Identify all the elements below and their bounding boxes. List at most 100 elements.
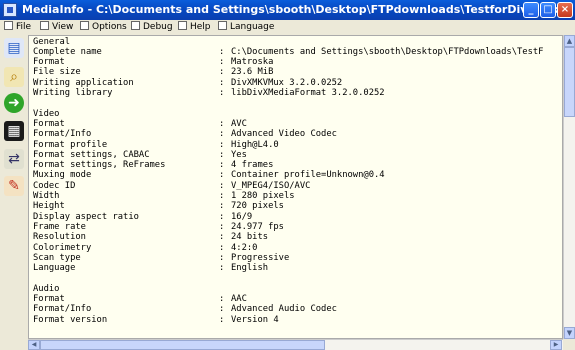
info-value: AAC xyxy=(231,294,247,304)
menu-language[interactable]: Language xyxy=(218,21,274,34)
separator-colon: : xyxy=(219,242,225,253)
scroll-right-icon[interactable]: ▶ xyxy=(550,340,562,350)
info-value: 24 bits xyxy=(231,232,269,243)
info-value: Yes xyxy=(231,149,247,160)
info-value: English xyxy=(231,263,269,274)
size-grip[interactable] xyxy=(563,339,575,350)
maximize-button[interactable]: □ xyxy=(540,2,556,18)
export-icon[interactable]: ⇄ xyxy=(4,149,24,169)
separator-colon: : xyxy=(219,201,225,212)
separator-colon: : xyxy=(219,67,225,78)
info-key: File size xyxy=(33,67,81,78)
menu-file[interactable]: File xyxy=(4,21,31,34)
info-value: 1 280 pixels xyxy=(231,191,295,201)
info-key: Width xyxy=(33,191,60,201)
debug-icon xyxy=(131,21,140,30)
info-key: Format xyxy=(33,118,65,129)
info-value: Advanced Audio Codec xyxy=(231,304,337,315)
info-key: Codec ID xyxy=(33,180,76,191)
info-value: libDivXMediaFormat 3.2.0.0252 xyxy=(231,88,385,98)
separator-colon: : xyxy=(219,232,225,243)
separator-colon: : xyxy=(219,149,225,160)
close-button[interactable]: × xyxy=(557,2,573,18)
horizontal-scroll-thumb[interactable] xyxy=(40,340,325,350)
menu-view[interactable]: View xyxy=(40,21,73,34)
info-key: Format settings, CABAC xyxy=(33,149,150,160)
info-key: Height xyxy=(33,201,65,212)
separator-colon: : xyxy=(219,118,225,129)
info-key: Format/Info xyxy=(33,304,92,315)
separator-colon: : xyxy=(219,46,225,57)
options-icon xyxy=(80,21,89,30)
view-icon xyxy=(40,21,49,30)
info-value: 720 pixels xyxy=(231,201,284,212)
media-info-text-area[interactable]: General Complete name: C:\Documents and Se… xyxy=(28,35,563,339)
separator-colon: : xyxy=(219,160,225,171)
separator-colon: : xyxy=(219,88,225,98)
menu-debug[interactable]: Debug xyxy=(131,21,173,34)
scroll-left-icon[interactable]: ◀ xyxy=(28,340,40,350)
window-title: MediaInfo - C:\Documents and Settings\sb… xyxy=(22,3,567,16)
info-key: Format xyxy=(33,57,65,68)
info-value: AVC xyxy=(231,118,247,129)
info-value: Container profile=Unknown@0.4 xyxy=(231,170,385,181)
section-title: Audio xyxy=(33,283,60,294)
info-value: 24.977 fps xyxy=(231,221,284,232)
info-value: 4 frames xyxy=(231,160,274,171)
info-key: Writing library xyxy=(33,88,113,98)
info-value: Progressive xyxy=(231,252,290,263)
info-value: Matroska xyxy=(231,57,274,68)
separator-colon: : xyxy=(219,77,225,88)
section-title: General xyxy=(33,36,71,47)
separator-colon: : xyxy=(219,170,225,181)
info-key: Format profile xyxy=(33,139,108,150)
separator-colon: : xyxy=(219,211,225,222)
info-value: V_MPEG4/ISO/AVC xyxy=(231,180,311,191)
section-title: Video xyxy=(33,108,60,119)
info-value: DivXMKVMux 3.2.0.0252 xyxy=(231,77,343,88)
mediainfo-app-icon[interactable] xyxy=(3,3,17,17)
minimize-button[interactable]: _ xyxy=(523,2,539,18)
help-icon xyxy=(178,21,187,30)
vertical-scroll-thumb[interactable] xyxy=(564,47,575,117)
language-icon xyxy=(218,21,227,30)
file-icon xyxy=(4,21,13,30)
basic-view-icon[interactable]: ▤ xyxy=(4,38,24,58)
info-value: C:\Documents and Settings\sbooth\Desktop… xyxy=(231,46,544,57)
view-toolbar: ▤ ⌕ ➜ ▦ ⇄ ✎ xyxy=(0,35,27,350)
sheet-view-icon[interactable]: ⌕ xyxy=(4,67,24,87)
info-value: 4:2:0 xyxy=(231,242,258,253)
text-view-icon[interactable]: ▦ xyxy=(4,121,24,141)
separator-colon: : xyxy=(219,304,225,315)
scroll-up-icon[interactable]: ▲ xyxy=(564,35,575,47)
vertical-scrollbar[interactable]: ▲ ▼ xyxy=(563,35,575,339)
info-value: High@L4.0 xyxy=(231,139,279,150)
separator-colon: : xyxy=(219,180,225,191)
separator-colon: : xyxy=(219,221,225,232)
menu-bar: File View Options Debug Help Language xyxy=(0,20,575,35)
separator-colon: : xyxy=(219,263,225,274)
separator-colon: : xyxy=(219,129,225,140)
info-key: Format/Info xyxy=(33,129,92,140)
info-key: Scan type xyxy=(33,252,81,263)
info-key: Colorimetry xyxy=(33,242,92,253)
info-key: Complete name xyxy=(33,46,102,57)
separator-colon: : xyxy=(219,314,225,325)
info-value: 16/9 xyxy=(231,211,253,222)
info-value: Version 4 xyxy=(231,314,279,325)
menu-help[interactable]: Help xyxy=(178,21,211,34)
separator-colon: : xyxy=(219,57,225,68)
scroll-down-icon[interactable]: ▼ xyxy=(564,327,575,339)
info-key: Language xyxy=(33,263,76,274)
menu-options[interactable]: Options xyxy=(80,21,127,34)
info-value: 23.6 MiB xyxy=(231,67,274,78)
edit-icon[interactable]: ✎ xyxy=(4,176,24,196)
separator-colon: : xyxy=(219,252,225,263)
info-key: Frame rate xyxy=(33,221,86,232)
separator-colon: : xyxy=(219,191,225,201)
info-key: Display aspect ratio xyxy=(33,211,139,222)
next-arrow-icon[interactable]: ➜ xyxy=(4,93,24,113)
info-key: Muxing mode xyxy=(33,170,92,181)
horizontal-scrollbar[interactable]: ◀ ▶ xyxy=(28,339,563,350)
title-bar[interactable]: MediaInfo - C:\Documents and Settings\sb… xyxy=(0,0,575,20)
